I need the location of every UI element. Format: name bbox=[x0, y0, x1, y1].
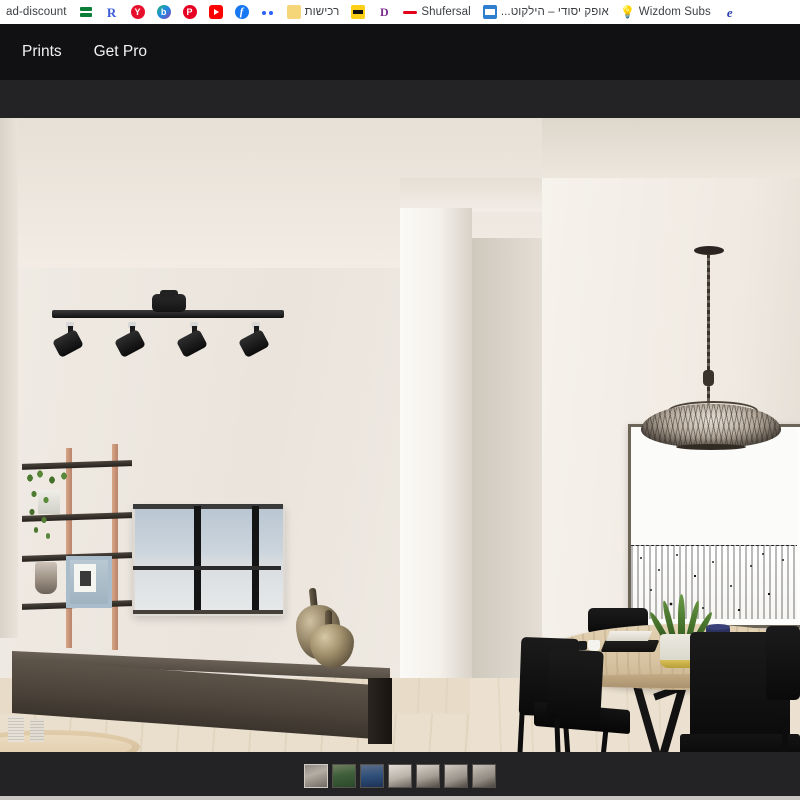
ladder-shelf-rail-right bbox=[112, 444, 118, 650]
bookmark-item-youtube[interactable] bbox=[203, 0, 229, 24]
tray-white-cup bbox=[588, 640, 600, 651]
yellow-black-icon bbox=[351, 5, 366, 19]
thumbnail-3[interactable] bbox=[360, 764, 384, 788]
facebook-icon: f bbox=[234, 5, 249, 19]
tray-book bbox=[605, 631, 653, 641]
glass-vase bbox=[35, 562, 57, 594]
mirror-bottom-frame bbox=[133, 610, 283, 614]
green-stripes-icon bbox=[78, 5, 93, 19]
bulb-icon: 💡 bbox=[620, 5, 636, 19]
letter-r-icon: R bbox=[106, 4, 117, 20]
wall-art-beach-crowd bbox=[631, 546, 797, 619]
terrazzo-candle-2 bbox=[30, 719, 44, 742]
bookmark-item-colorful-b[interactable]: b bbox=[151, 0, 177, 24]
thumbnail-2[interactable] bbox=[332, 764, 356, 788]
bookmark-item-pinterest[interactable]: P bbox=[177, 0, 203, 24]
bookmark-item-yandex[interactable]: Y bbox=[125, 0, 151, 24]
bookmark-item-yellow-black[interactable] bbox=[345, 0, 371, 24]
bookmark-item-ofek-yesodi[interactable]: אופק יסודי – הילקוט... bbox=[477, 0, 615, 24]
red-dash-icon bbox=[403, 5, 418, 19]
bookmark-item-purchases[interactable]: רכישות bbox=[281, 0, 346, 24]
bookmark-item-purple-d[interactable]: D bbox=[371, 0, 397, 24]
site-navigation-bar: Prints Get Pro bbox=[0, 24, 800, 80]
pendant-base-ring bbox=[676, 444, 746, 450]
wall-recess bbox=[472, 238, 542, 698]
dining-chair-right-backrest bbox=[766, 626, 800, 700]
bookmark-item-wizdom-subs[interactable]: 💡 Wizdom Subs bbox=[615, 0, 717, 24]
blue-square-icon bbox=[482, 5, 497, 19]
nav-item-get-pro[interactable]: Get Pro bbox=[80, 24, 161, 80]
serving-tray bbox=[600, 640, 660, 652]
terrazzo-candle-1 bbox=[8, 716, 24, 742]
bookmark-item-letter-r[interactable]: R bbox=[99, 0, 125, 24]
thumbnail-5[interactable] bbox=[416, 764, 440, 788]
bookmark-label: אופק יסודי – הילקוט... bbox=[500, 6, 609, 18]
colorful-b-icon: b bbox=[156, 5, 171, 19]
dining-chair-left2-backrest bbox=[546, 648, 604, 722]
navy-vase-rim bbox=[706, 624, 730, 630]
mirror-mullion-1 bbox=[194, 506, 201, 612]
thumbnail-1[interactable] bbox=[304, 764, 328, 788]
mirror-mullion-2 bbox=[252, 506, 259, 612]
bookmark-item-blue-e[interactable]: e bbox=[717, 0, 743, 24]
picture-frame-image bbox=[80, 571, 91, 586]
track-light-cap bbox=[160, 290, 178, 298]
bookmark-item-blue-dots[interactable] bbox=[255, 0, 281, 24]
bookmark-label: Wizdom Subs bbox=[638, 6, 711, 18]
thumbnail-strip bbox=[0, 752, 800, 800]
mirror-transom bbox=[133, 566, 281, 570]
bookmark-item-ad-discount[interactable]: ad-discount bbox=[0, 0, 73, 24]
blue-e-icon: e bbox=[726, 4, 733, 20]
bookmark-label: ad-discount bbox=[6, 6, 67, 18]
yandex-icon: Y bbox=[130, 5, 145, 19]
bookmark-item-shufersal[interactable]: Shufersal bbox=[397, 0, 476, 24]
thumbnail-4[interactable] bbox=[388, 764, 412, 788]
bookmark-item-green-stripes[interactable] bbox=[73, 0, 99, 24]
main-interior-photo[interactable] bbox=[0, 118, 800, 752]
bottom-divider bbox=[0, 796, 800, 800]
window-pane-mirror bbox=[133, 506, 285, 616]
wall-column bbox=[400, 208, 472, 718]
nav-item-prints[interactable]: Prints bbox=[8, 24, 76, 80]
mirror-top-frame bbox=[133, 504, 283, 509]
dining-chair-right-leg bbox=[782, 718, 788, 752]
pendant-weave-pattern bbox=[641, 404, 781, 448]
sideboard-side-panel bbox=[368, 678, 392, 744]
trailing-plant bbox=[22, 470, 74, 542]
folder-icon bbox=[286, 5, 301, 19]
blue-dots-icon bbox=[261, 5, 275, 19]
bookmark-item-facebook[interactable]: f bbox=[229, 0, 255, 24]
thumbnail-6[interactable] bbox=[444, 764, 468, 788]
left-wall-edge bbox=[0, 118, 18, 638]
browser-bookmark-bar: ad-discount R Y b P f רכישות D Shufersal… bbox=[0, 0, 800, 24]
pinterest-icon: P bbox=[182, 5, 197, 19]
bookmark-label: Shufersal bbox=[421, 6, 471, 18]
pendant-chain-knob bbox=[703, 370, 714, 386]
purple-d-icon: D bbox=[379, 5, 389, 19]
bookmark-label: רכישות bbox=[304, 6, 340, 18]
pendant-chain bbox=[707, 254, 710, 419]
youtube-icon bbox=[208, 5, 223, 19]
tray-dark-cup bbox=[578, 641, 587, 650]
thumbnail-7[interactable] bbox=[472, 764, 496, 788]
